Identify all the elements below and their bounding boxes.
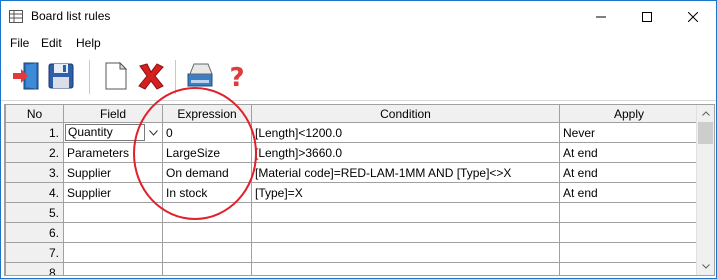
field-cell[interactable]: Parameters	[63, 142, 163, 163]
close-icon	[688, 11, 698, 22]
row-number[interactable]: 2.	[5, 142, 64, 163]
board-list-rules-window: Board list rules File Edit Help ? No Fie…	[0, 0, 717, 279]
menu-help[interactable]: Help	[76, 36, 101, 50]
condition-cell[interactable]	[251, 222, 560, 243]
expression-cell[interactable]	[162, 222, 252, 243]
col-header-field[interactable]: Field	[63, 105, 163, 123]
expression-cell[interactable]	[162, 202, 252, 223]
expression-cell[interactable]	[162, 242, 252, 263]
table-row[interactable]: 4. Supplier In stock [Type]=X At end	[5, 182, 699, 203]
apply-cell[interactable]	[559, 202, 699, 223]
table-row[interactable]: 5.	[5, 202, 699, 223]
row-number[interactable]: 4.	[5, 182, 64, 203]
expression-cell[interactable]: On demand	[162, 162, 252, 183]
toolbar: ?	[1, 54, 716, 101]
field-dropdown-value[interactable]: Quantity	[65, 124, 145, 141]
row-number[interactable]: 5.	[5, 202, 64, 223]
condition-cell[interactable]	[251, 262, 560, 275]
table-row[interactable]: 6.	[5, 222, 699, 243]
col-header-apply[interactable]: Apply	[559, 105, 699, 123]
col-header-expression[interactable]: Expression	[162, 105, 252, 123]
table-row[interactable]: 3. Supplier On demand [Material code]=RE…	[5, 162, 699, 183]
field-dropdown[interactable]: Quantity	[65, 124, 162, 142]
row-number[interactable]: 7.	[5, 242, 64, 263]
field-cell[interactable]: Supplier	[63, 182, 163, 203]
apply-cell[interactable]	[559, 242, 699, 263]
condition-cell[interactable]	[251, 242, 560, 263]
col-header-condition[interactable]: Condition	[251, 105, 560, 123]
menu-file[interactable]: File	[10, 36, 29, 50]
expression-cell[interactable]	[162, 262, 252, 275]
help-icon[interactable]: ?	[221, 60, 253, 92]
scroll-down-button[interactable]	[697, 258, 714, 275]
minimize-button[interactable]	[578, 1, 624, 32]
condition-cell[interactable]	[251, 202, 560, 223]
print-icon[interactable]	[185, 60, 217, 92]
condition-cell[interactable]: [Length]>3660.0	[251, 142, 560, 163]
window-title: Board list rules	[31, 9, 111, 23]
minimize-icon	[596, 16, 606, 17]
apply-cell[interactable]: At end	[559, 182, 699, 203]
row-number[interactable]: 1.	[5, 122, 64, 143]
condition-cell[interactable]: [Length]<1200.0	[251, 122, 560, 143]
field-cell[interactable]	[63, 222, 163, 243]
title-bar: Board list rules	[1, 1, 716, 32]
toolbar-separator	[89, 60, 90, 94]
field-cell[interactable]	[63, 242, 163, 263]
col-header-no[interactable]: No	[5, 105, 64, 123]
exit-icon[interactable]	[9, 60, 41, 92]
field-cell[interactable]	[63, 202, 163, 223]
table-row[interactable]: 7.	[5, 242, 699, 263]
field-cell[interactable]: Supplier	[63, 162, 163, 183]
table-row[interactable]: 2. Parameters LargeSize [Length]>3660.0 …	[5, 142, 699, 163]
new-icon[interactable]	[99, 60, 131, 92]
expression-cell[interactable]: 0	[162, 122, 252, 143]
vertical-scrollbar[interactable]	[696, 105, 714, 275]
toolbar-separator	[175, 60, 176, 94]
table-row[interactable]: 1. Quantity 0 [Length]<1200.0 Never	[5, 122, 699, 143]
apply-cell[interactable]: At end	[559, 142, 699, 163]
apply-cell[interactable]	[559, 222, 699, 243]
app-icon	[9, 10, 23, 23]
menu-edit[interactable]: Edit	[41, 36, 62, 50]
maximize-button[interactable]	[624, 1, 670, 32]
rules-table: No Field Expression Condition Apply 1. Q…	[5, 105, 699, 275]
expression-cell[interactable]: LargeSize	[162, 142, 252, 163]
save-icon[interactable]	[45, 60, 77, 92]
field-cell[interactable]	[63, 262, 163, 275]
chevron-down-icon[interactable]	[145, 124, 162, 142]
maximize-icon	[642, 11, 652, 22]
svg-text:?: ?	[229, 63, 244, 92]
row-number[interactable]: 8.	[5, 262, 64, 275]
scrollbar-thumb[interactable]	[698, 122, 713, 144]
apply-cell[interactable]: At end	[559, 162, 699, 183]
close-button[interactable]	[670, 1, 716, 32]
row-number[interactable]: 3.	[5, 162, 64, 183]
chevron-down-icon	[701, 264, 710, 269]
condition-cell[interactable]: [Type]=X	[251, 182, 560, 203]
apply-cell[interactable]	[559, 262, 699, 275]
table-row[interactable]: 8.	[5, 262, 699, 275]
expression-cell[interactable]: In stock	[162, 182, 252, 203]
condition-cell[interactable]: [Material code]=RED-LAM-1MM AND [Type]<>…	[251, 162, 560, 183]
apply-cell[interactable]: Never	[559, 122, 699, 143]
row-number[interactable]: 6.	[5, 222, 64, 243]
delete-icon[interactable]	[135, 60, 167, 92]
chevron-up-icon	[701, 111, 710, 116]
rules-grid: No Field Expression Condition Apply 1. Q…	[4, 104, 715, 276]
menu-bar: File Edit Help	[1, 33, 716, 53]
header-row: No Field Expression Condition Apply	[5, 105, 699, 123]
field-cell[interactable]: Quantity	[63, 122, 163, 143]
scroll-up-button[interactable]	[697, 105, 714, 122]
